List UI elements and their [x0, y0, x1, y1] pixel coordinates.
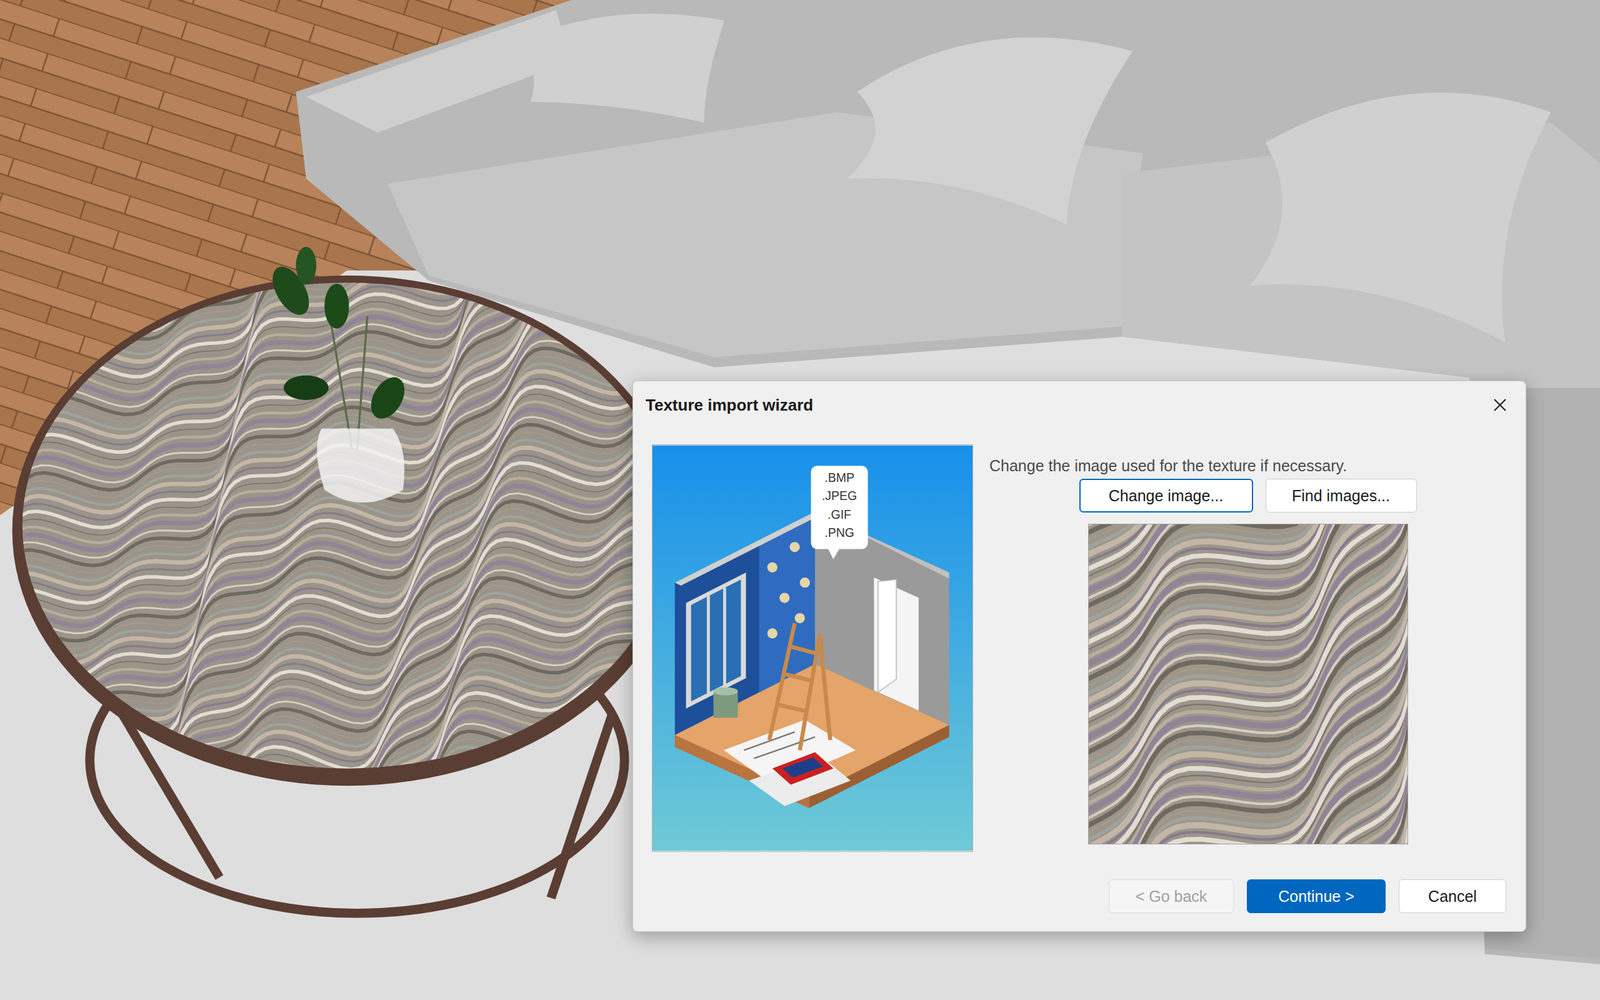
image-button[interactable]: Find images...	[1265, 478, 1417, 513]
close-button[interactable]	[1488, 393, 1512, 417]
image-button[interactable]: Change image...	[1079, 478, 1254, 513]
close-icon	[1491, 396, 1509, 414]
wizard-footer: < Go back Continue > Cancel	[633, 851, 1526, 932]
image-panel: Change the image used for the texture if…	[989, 444, 1507, 852]
dialog-title: Texture import wizard	[645, 395, 814, 415]
title-bar: Texture import wizard	[633, 381, 1526, 429]
wizard-button[interactable]: Continue >	[1246, 879, 1386, 914]
image-button-row: Change image... Find images...	[1079, 478, 1417, 513]
texture-import-dialog: Texture import wizard .BMP .JPEG .GIF .PNG Ch…	[632, 380, 1527, 932]
instruction-text: Change the image used for the texture if…	[989, 456, 1347, 475]
format-label: .GIF	[827, 507, 852, 522]
wizard-body: .BMP .JPEG .GIF .PNG Change the image used f…	[633, 428, 1526, 852]
format-label: .JPEG	[821, 489, 857, 504]
format-label: .PNG	[824, 525, 855, 540]
wizard-illustration: .BMP .JPEG .GIF .PNG	[651, 444, 974, 852]
texture-preview	[1088, 523, 1409, 845]
wizard-button[interactable]: Cancel	[1398, 879, 1507, 914]
plant-vase[interactable]	[265, 246, 412, 503]
format-label: .BMP	[824, 470, 855, 485]
desktop: Texture import wizard .BMP .JPEG .GIF .PNG Ch…	[0, 0, 1600, 1000]
wizard-button[interactable]: < Go back	[1108, 879, 1234, 914]
